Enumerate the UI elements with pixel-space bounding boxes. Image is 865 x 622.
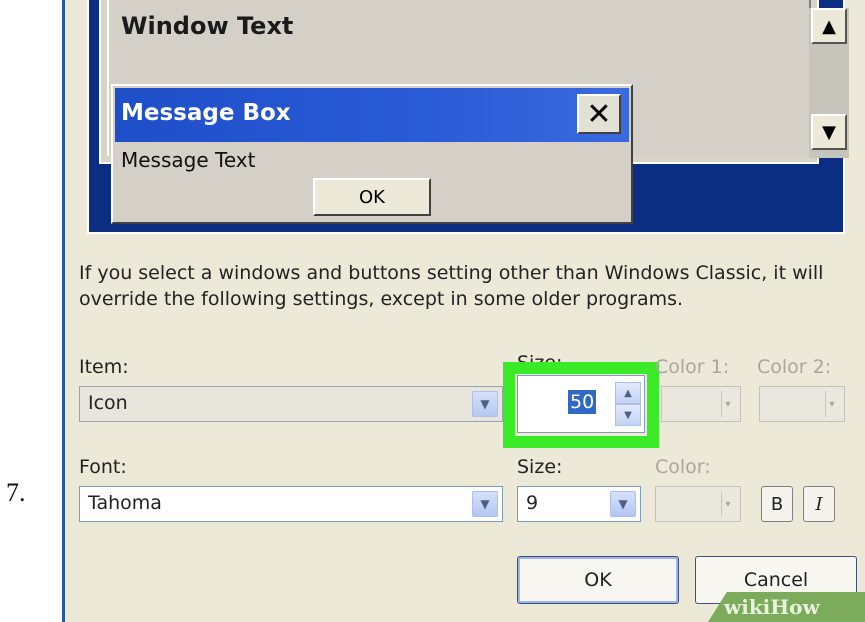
font-size-label: Size: bbox=[517, 456, 563, 478]
chevron-down-icon: ▾ bbox=[721, 491, 734, 517]
wikihow-watermark: wikiHow bbox=[708, 592, 865, 622]
chevron-down-icon[interactable]: ▼ bbox=[610, 491, 636, 517]
message-ok-button[interactable]: OK bbox=[313, 178, 431, 216]
chevron-down-icon: ▾ bbox=[721, 391, 734, 417]
scroll-down-icon[interactable]: ▼ bbox=[811, 114, 847, 150]
italic-button[interactable]: I bbox=[803, 486, 835, 522]
color1-label: Color 1: bbox=[655, 356, 730, 378]
appearance-preview: Window Text ▲ ▼ Message Box ✕ Message Te… bbox=[87, 0, 849, 234]
font-size-value: 9 bbox=[526, 492, 539, 514]
font-color-picker: ▾ bbox=[655, 486, 741, 522]
chevron-down-icon[interactable]: ▼ bbox=[472, 391, 498, 417]
item-size-value[interactable]: 50 bbox=[568, 390, 597, 414]
bold-button[interactable]: B bbox=[761, 486, 793, 522]
item-label: Item: bbox=[79, 356, 129, 378]
color2-picker: ▾ bbox=[759, 386, 845, 422]
font-select[interactable]: Tahoma ▼ bbox=[79, 486, 503, 522]
close-icon[interactable]: ✕ bbox=[577, 94, 621, 134]
window-text-label[interactable]: Window Text bbox=[121, 12, 293, 40]
font-label: Font: bbox=[79, 456, 127, 478]
chevron-down-icon[interactable]: ▼ bbox=[472, 491, 498, 517]
chevron-down-icon: ▾ bbox=[825, 391, 838, 417]
preview-scrollbar[interactable]: ▲ ▼ bbox=[809, 8, 849, 158]
font-color-label: Color: bbox=[655, 456, 711, 478]
advanced-appearance-dialog: Window Text ▲ ▼ Message Box ✕ Message Te… bbox=[62, 0, 865, 622]
scroll-up-icon[interactable]: ▲ bbox=[811, 8, 847, 44]
override-info-text: If you select a windows and buttons sett… bbox=[79, 262, 824, 310]
ok-button[interactable]: OK bbox=[517, 556, 679, 604]
message-box-title: Message Box bbox=[121, 100, 291, 126]
color2-label: Color 2: bbox=[757, 356, 832, 378]
chevron-up-icon[interactable]: ▲ bbox=[615, 382, 641, 404]
message-text[interactable]: Message Text bbox=[121, 148, 255, 172]
message-box-titlebar[interactable]: Message Box ✕ bbox=[115, 88, 629, 142]
preview-message-box: Message Box ✕ Message Text OK bbox=[111, 84, 633, 224]
step-number: 7. bbox=[6, 478, 26, 507]
color1-picker: ▾ bbox=[661, 386, 741, 422]
item-size-stepper[interactable]: 50 ▲ ▼ bbox=[517, 375, 645, 433]
item-select-value: Icon bbox=[88, 392, 128, 414]
chevron-down-icon[interactable]: ▼ bbox=[615, 404, 641, 426]
font-size-select[interactable]: 9 ▼ bbox=[517, 486, 641, 522]
font-select-value: Tahoma bbox=[88, 492, 162, 514]
item-select[interactable]: Icon ▼ bbox=[79, 386, 503, 422]
